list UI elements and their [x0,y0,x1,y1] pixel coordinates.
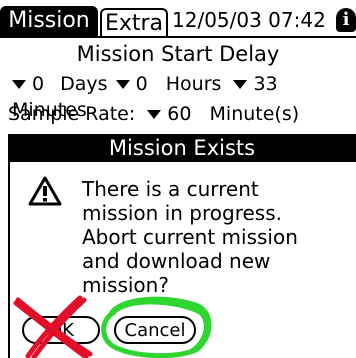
sample-rate-row: Sample Rate: 60 Minute(s) [8,101,356,127]
tab-extra[interactable]: Extra [100,8,168,38]
hours-value: 0 [135,73,148,95]
tab-mission[interactable]: Mission [0,6,98,36]
minutes-dropdown[interactable]: 33 [227,73,278,95]
datetime-display: 12/05/03 07:42 [172,8,326,32]
days-value: 0 [32,73,45,95]
sample-rate-unit: Minute(s) [209,103,300,125]
info-icon[interactable]: i [336,8,356,32]
days-label: Days [60,73,108,95]
start-delay-row: 0 Days 0 Hours 33 Minutes [12,71,356,121]
hours-dropdown[interactable]: 0 [114,73,154,95]
sample-rate-value: 60 [167,103,192,125]
dropdown-arrow-icon [147,110,162,119]
sample-rate-label: Sample Rate: [8,103,136,125]
tab-divider [0,36,356,38]
dropdown-arrow-icon [233,80,248,89]
dropdown-arrow-icon [12,80,26,89]
dialog-message: There is a current mission in progress. … [82,177,298,297]
ok-button[interactable]: OK [22,316,100,344]
minutes-value: 33 [253,73,278,95]
days-dropdown[interactable]: 0 [12,73,50,95]
dialog-title: Mission Exists [8,134,356,162]
dropdown-arrow-icon [115,80,130,89]
cancel-button[interactable]: Cancel [114,316,196,344]
start-delay-heading: Mission Start Delay [76,42,280,66]
warning-icon [28,176,62,206]
sample-rate-dropdown[interactable]: 60 [141,103,197,125]
hours-label: Hours [165,73,222,95]
